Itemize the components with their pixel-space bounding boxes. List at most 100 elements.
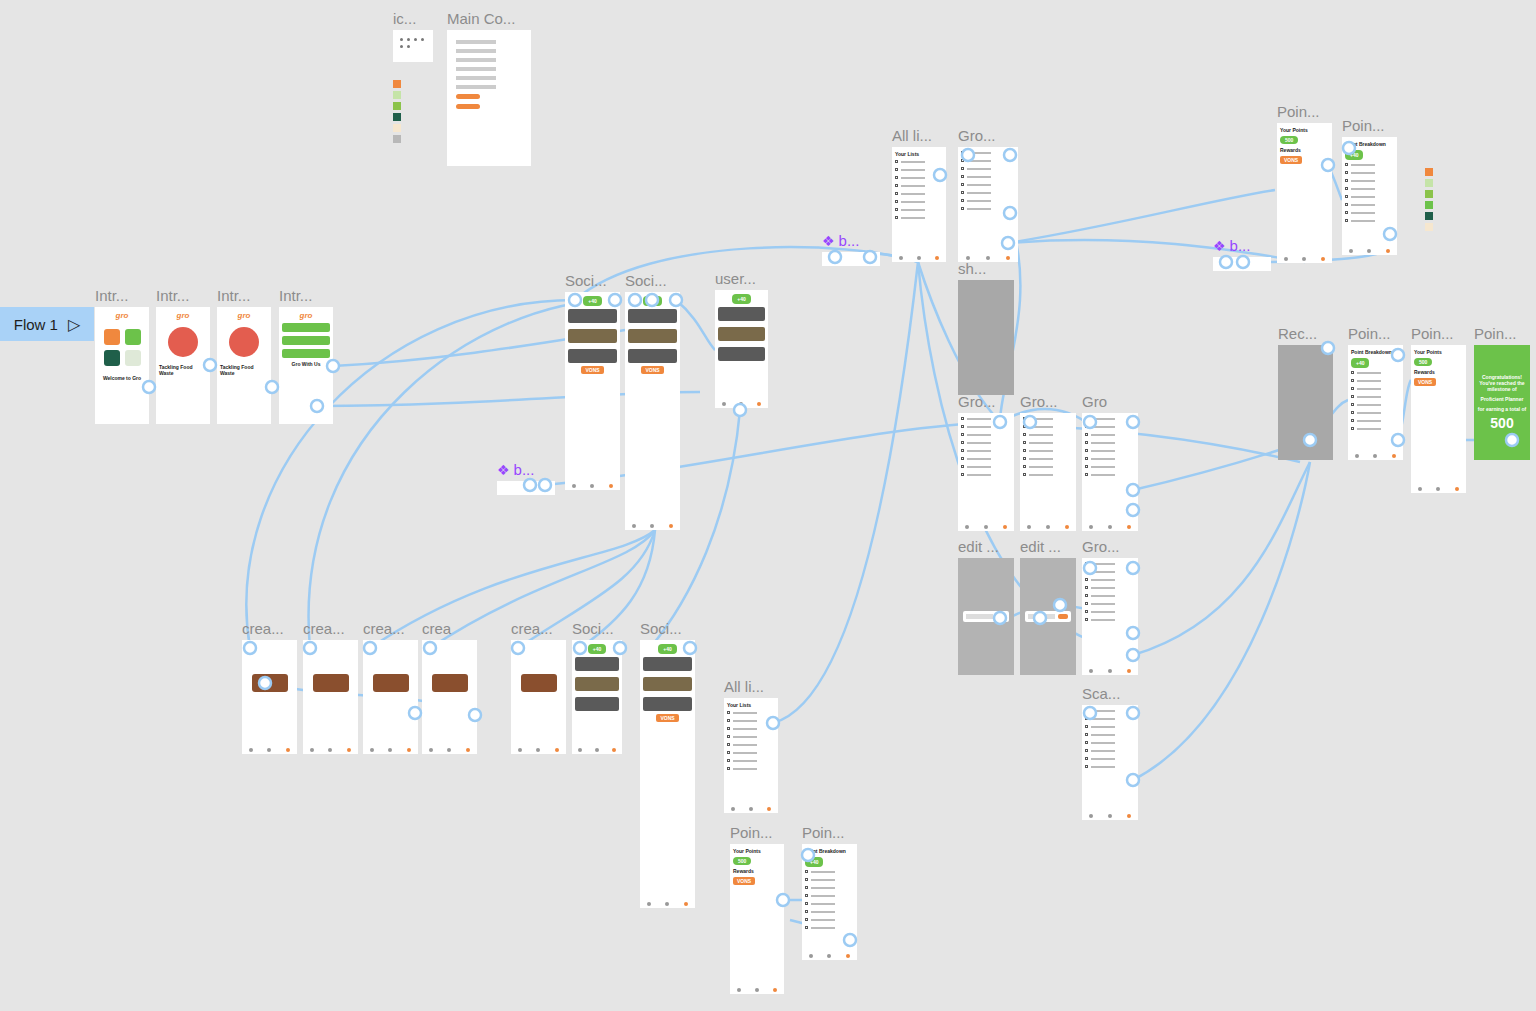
- points-icon[interactable]: [612, 748, 616, 752]
- home-icon[interactable]: [1089, 525, 1093, 529]
- prototype-connection[interactable]: [1133, 462, 1310, 780]
- connection-node[interactable]: [259, 677, 271, 689]
- frame-label[interactable]: Poin...: [1474, 325, 1517, 343]
- frame-label[interactable]: Intr...: [156, 287, 189, 305]
- frame-label[interactable]: Poin...: [1277, 103, 1320, 121]
- home-icon[interactable]: [1089, 814, 1093, 818]
- frame-label[interactable]: Gro...: [1020, 393, 1058, 411]
- connection-node[interactable]: [767, 717, 779, 729]
- connection-node[interactable]: [962, 149, 974, 161]
- points-icon[interactable]: [1392, 454, 1396, 458]
- connection-node[interactable]: [539, 479, 551, 491]
- connection-node[interactable]: [1322, 342, 1334, 354]
- frame[interactable]: Soci...+40VONS: [625, 292, 680, 530]
- connection-node[interactable]: [1004, 207, 1016, 219]
- component-instance[interactable]: ❖b...: [1213, 237, 1271, 271]
- connection-node[interactable]: [609, 294, 621, 306]
- figma-canvas[interactable]: Flow 1▷ic...Main Co...Intr...groWelcome …: [0, 0, 1536, 1011]
- points-icon[interactable]: [773, 988, 777, 992]
- points-icon[interactable]: [767, 807, 771, 811]
- connection-node[interactable]: [574, 642, 586, 654]
- connection-node[interactable]: [844, 934, 856, 946]
- frame-label[interactable]: Gro...: [958, 393, 996, 411]
- points-icon[interactable]: [286, 748, 290, 752]
- connection-node[interactable]: [684, 642, 696, 654]
- frame[interactable]: Poin...Your Points500RewardsVONS: [1277, 123, 1332, 263]
- connection-node[interactable]: [734, 404, 746, 416]
- connection-node[interactable]: [1084, 416, 1096, 428]
- points-icon[interactable]: [1321, 257, 1325, 261]
- home-icon[interactable]: [1284, 257, 1288, 261]
- points-icon[interactable]: [846, 954, 850, 958]
- home-icon[interactable]: [429, 748, 433, 752]
- frame-label[interactable]: crea...: [363, 620, 405, 638]
- connection-node[interactable]: [512, 642, 524, 654]
- home-icon[interactable]: [370, 748, 374, 752]
- connection-node[interactable]: [1392, 349, 1404, 361]
- points-icon[interactable]: [1127, 814, 1131, 818]
- frame-label[interactable]: Intr...: [95, 287, 128, 305]
- frame-label[interactable]: user...: [715, 270, 756, 288]
- prototype-connection[interactable]: [149, 386, 156, 389]
- frame-label[interactable]: Poin...: [730, 824, 773, 842]
- frame[interactable]: Poin...Point Breakdown+40: [802, 844, 857, 960]
- prototype-connection[interactable]: [783, 899, 802, 902]
- frame-label[interactable]: sh...: [958, 260, 986, 278]
- connection-node[interactable]: [1343, 142, 1355, 154]
- frame[interactable]: Gro: [1082, 413, 1138, 531]
- connection-node[interactable]: [994, 416, 1006, 428]
- points-icon[interactable]: [935, 256, 939, 260]
- connection-node[interactable]: [1322, 159, 1334, 171]
- cart-icon[interactable]: [917, 256, 921, 260]
- connection-node[interactable]: [1004, 149, 1016, 161]
- cart-icon[interactable]: [595, 748, 599, 752]
- frame[interactable]: Soci...+40VONS: [565, 292, 620, 490]
- prototype-connection[interactable]: [1133, 462, 1310, 655]
- connection-node[interactable]: [143, 381, 155, 393]
- cart-icon[interactable]: [267, 748, 271, 752]
- connection-node[interactable]: [244, 642, 256, 654]
- frame[interactable]: Soci...+40VONS: [640, 640, 695, 908]
- frame[interactable]: Intr...groGro With Us: [279, 307, 333, 424]
- cart-icon[interactable]: [1436, 487, 1440, 491]
- connection-node[interactable]: [1084, 562, 1096, 574]
- connection-node[interactable]: [1127, 774, 1139, 786]
- frame[interactable]: user...+40: [715, 290, 768, 408]
- home-icon[interactable]: [647, 902, 651, 906]
- points-icon[interactable]: [1127, 669, 1131, 673]
- frame[interactable]: All li...Your Lists: [724, 698, 778, 813]
- component-instance[interactable]: ❖b...: [497, 461, 555, 495]
- connection-node[interactable]: [1384, 228, 1396, 240]
- component-instance[interactable]: ❖b...: [822, 232, 880, 266]
- home-icon[interactable]: [1027, 525, 1031, 529]
- prototype-connection[interactable]: [1008, 190, 1275, 243]
- home-icon[interactable]: [518, 748, 522, 752]
- connection-node[interactable]: [1084, 707, 1096, 719]
- component-label[interactable]: ❖b...: [822, 232, 880, 249]
- home-icon[interactable]: [1355, 454, 1359, 458]
- connection-node[interactable]: [1002, 237, 1014, 249]
- frame[interactable]: Sca...: [1082, 705, 1138, 820]
- frame-label[interactable]: crea: [422, 620, 451, 638]
- cart-icon[interactable]: [447, 748, 451, 752]
- cart-icon[interactable]: [1046, 525, 1050, 529]
- home-icon[interactable]: [572, 484, 576, 488]
- connection-node[interactable]: [1127, 416, 1139, 428]
- home-icon[interactable]: [578, 748, 582, 752]
- prototype-connection[interactable]: [272, 386, 279, 389]
- connection-node[interactable]: [777, 894, 789, 906]
- connection-node[interactable]: [311, 400, 323, 412]
- frame-label[interactable]: Intr...: [279, 287, 312, 305]
- home-icon[interactable]: [737, 988, 741, 992]
- cart-icon[interactable]: [1108, 525, 1112, 529]
- frame[interactable]: Poin...Your Points500RewardsVONS: [730, 844, 784, 994]
- home-icon[interactable]: [310, 748, 314, 752]
- connection-node[interactable]: [327, 360, 339, 372]
- home-icon[interactable]: [966, 256, 970, 260]
- points-icon[interactable]: [669, 524, 673, 528]
- connection-node[interactable]: [569, 294, 581, 306]
- home-icon[interactable]: [1089, 669, 1093, 673]
- connection-node[interactable]: [409, 707, 421, 719]
- connection-node[interactable]: [1024, 416, 1036, 428]
- prototype-connection[interactable]: [370, 530, 655, 648]
